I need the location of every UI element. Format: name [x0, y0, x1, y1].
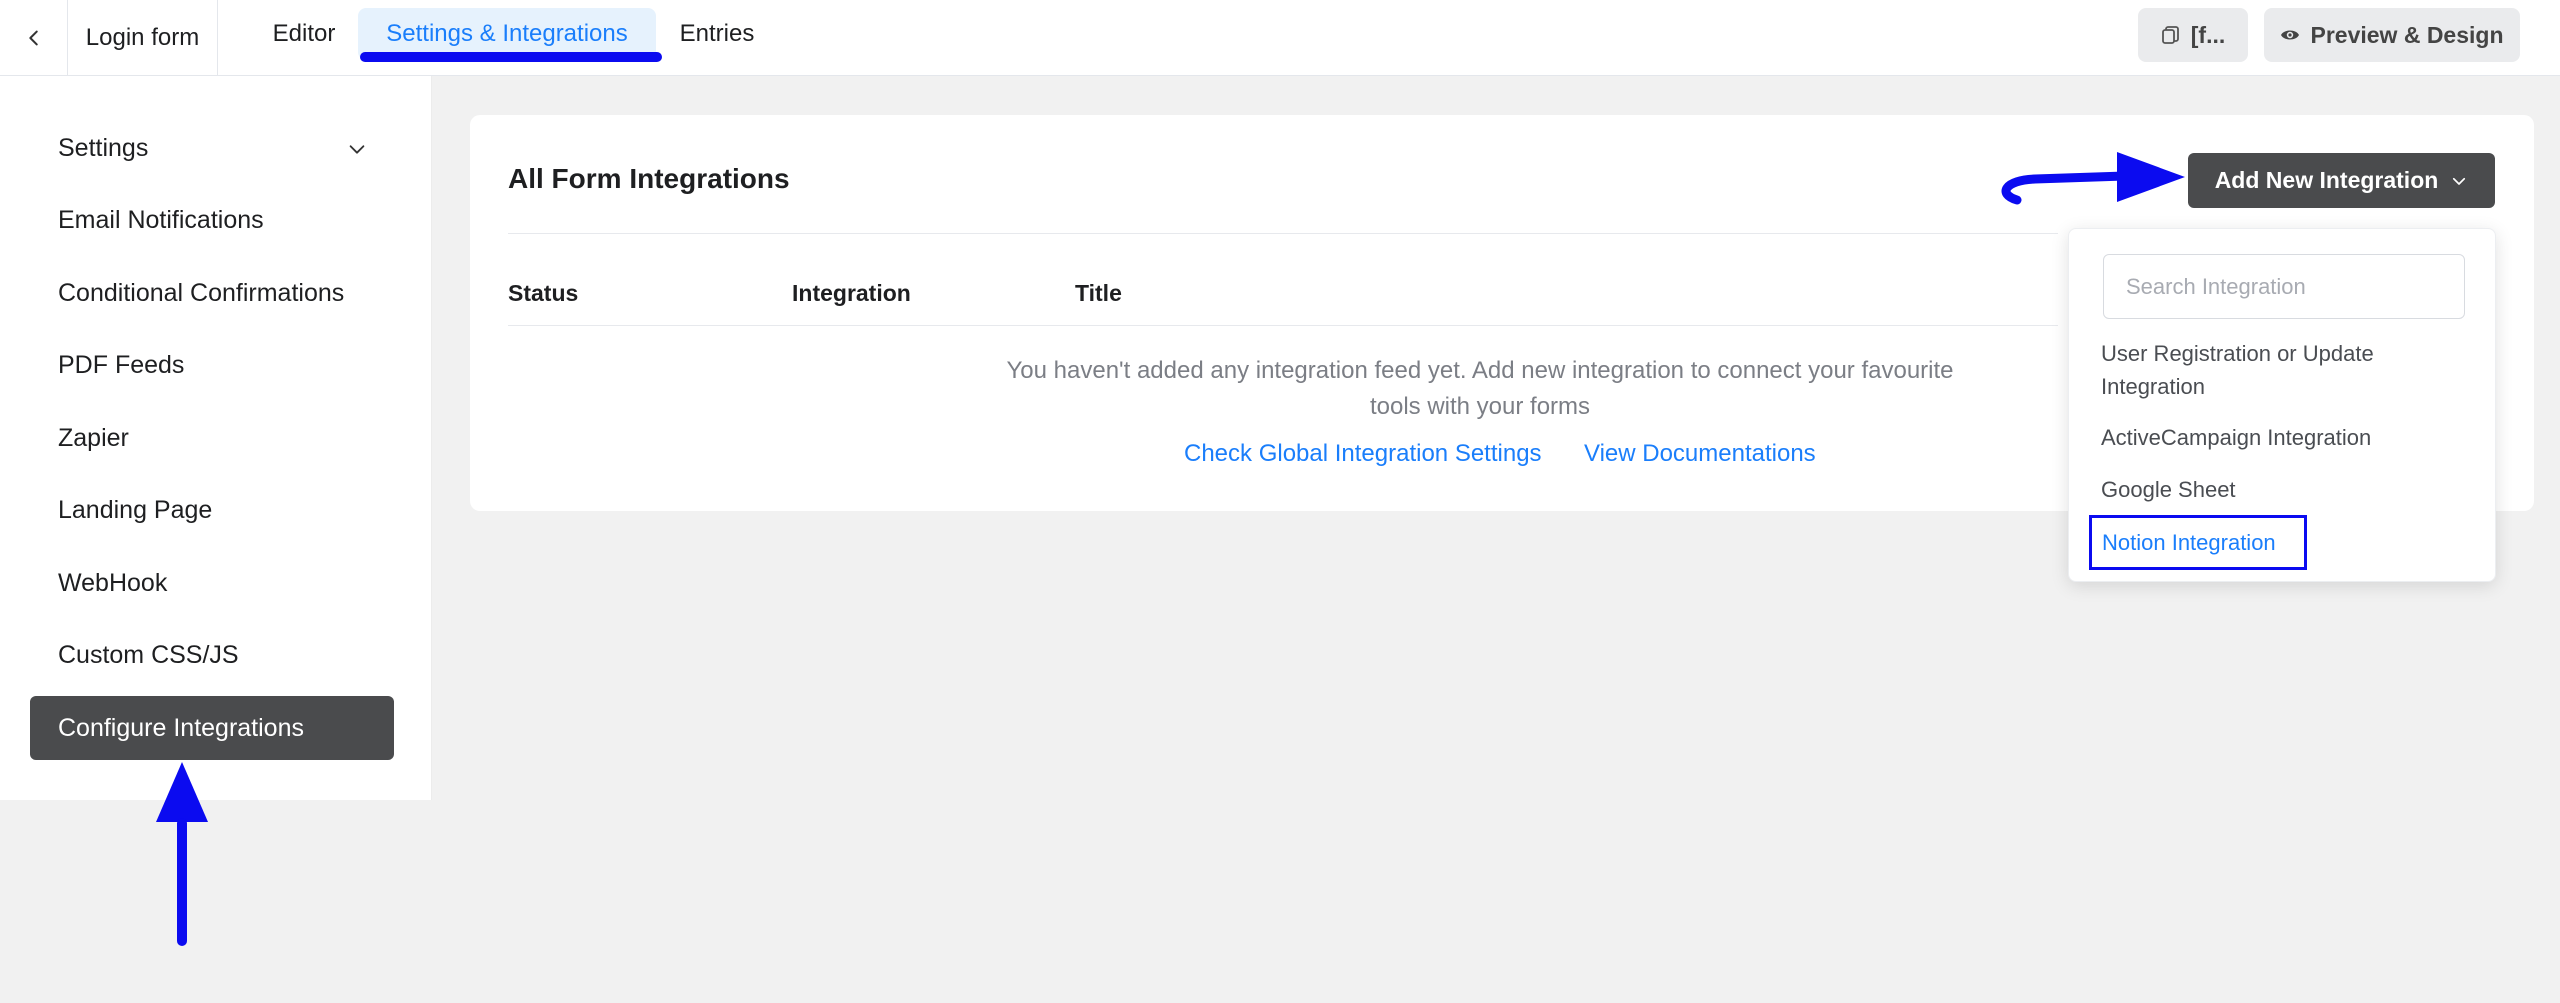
dropdown-item-activecampaign[interactable]: ActiveCampaign Integration [2101, 421, 2441, 454]
sidebar-item-zapier[interactable]: Zapier [30, 406, 394, 470]
form-name: Login form [68, 0, 218, 76]
tab-annotation-underline [360, 52, 662, 62]
add-new-integration-button[interactable]: Add New Integration [2188, 153, 2495, 208]
top-bar: Login form Editor Settings & Integration… [0, 0, 2560, 76]
sidebar-item-label: Settings [58, 133, 149, 162]
shortcode-button[interactable]: [f... [2138, 8, 2248, 62]
settings-sidebar: Settings Email Notifications Conditional… [0, 76, 432, 800]
empty-state-message: You haven't added any integration feed y… [1006, 357, 1954, 420]
integration-dropdown: User Registration or Update Integration … [2068, 228, 2496, 582]
add-new-integration-label: Add New Integration [2214, 167, 2439, 193]
sidebar-item-webhook[interactable]: WebHook [30, 551, 394, 615]
column-header-status: Status [508, 280, 579, 306]
chevron-left-icon [28, 30, 38, 46]
dropdown-item-google-sheet[interactable]: Google Sheet [2101, 473, 2441, 506]
preview-design-button[interactable]: Preview & Design [2264, 8, 2520, 62]
tab-entries[interactable]: Entries [662, 8, 772, 60]
view-documentations-link[interactable]: View Documentations [1584, 440, 1816, 468]
eye-icon [2281, 30, 2300, 40]
column-header-title: Title [1075, 280, 1122, 306]
chevron-down-icon [349, 145, 365, 154]
back-button[interactable] [0, 0, 68, 76]
divider [508, 233, 2058, 234]
annotation-arrow-up [156, 762, 208, 946]
shortcode-label: [f... [2190, 21, 2226, 48]
divider [508, 325, 2058, 326]
sidebar-item-configure-integrations[interactable]: Configure Integrations [30, 696, 394, 760]
tab-editor[interactable]: Editor [258, 8, 350, 60]
search-integration-input[interactable] [2103, 254, 2465, 319]
preview-design-label: Preview & Design [2310, 21, 2504, 48]
dropdown-item-notion-integration[interactable]: Notion Integration [2089, 515, 2307, 570]
page-title: All Form Integrations [508, 163, 790, 194]
sidebar-item-landing-page[interactable]: Landing Page [30, 478, 394, 542]
copy-icon [2161, 26, 2179, 44]
sidebar-item-email-notifications[interactable]: Email Notifications [30, 188, 394, 252]
sidebar-item-conditional-confirmations[interactable]: Conditional Confirmations [30, 261, 394, 325]
sidebar-item-settings[interactable]: Settings [30, 116, 394, 180]
sidebar-item-custom-css-js[interactable]: Custom CSS/JS [30, 623, 394, 687]
column-header-integration: Integration [792, 280, 911, 306]
sidebar-item-pdf-feeds[interactable]: PDF Feeds [30, 333, 394, 397]
annotation-arrow-right [2001, 152, 2185, 205]
dropdown-item-user-registration[interactable]: User Registration or Update Integration [2101, 337, 2441, 403]
global-integration-settings-link[interactable]: Check Global Integration Settings [1184, 440, 1542, 468]
chevron-down-icon [2453, 177, 2466, 185]
